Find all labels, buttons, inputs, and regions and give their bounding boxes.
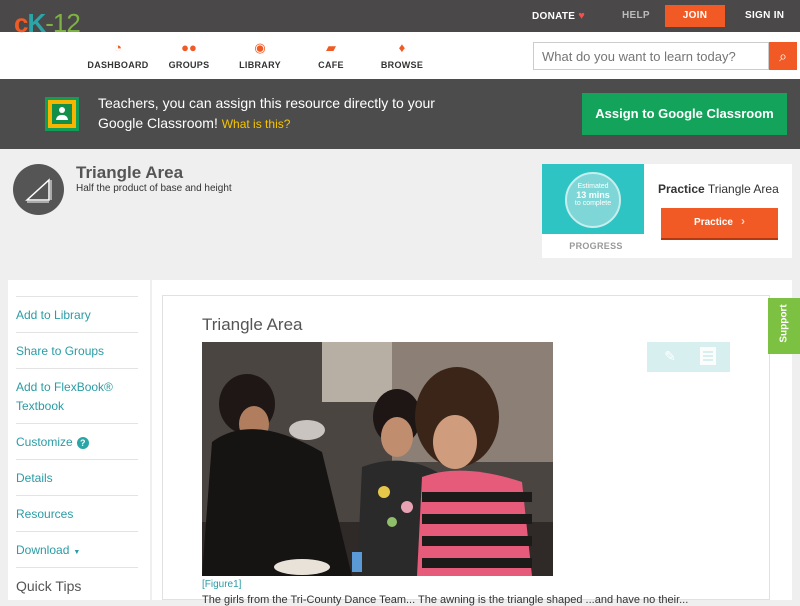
dashboard-icon: ◔: [114, 40, 122, 55]
nav-browse[interactable]: ♦ BROWSE: [362, 40, 442, 70]
figure-caption[interactable]: [Figure1]: [202, 579, 241, 590]
google-classroom-icon: [45, 97, 79, 131]
caret-down-icon: ▼: [73, 549, 81, 556]
triangle-concept-icon: [13, 164, 64, 215]
progress-label: PROGRESS: [569, 241, 623, 251]
donate-link[interactable]: DONATE ♥: [532, 0, 585, 32]
article-title: Triangle Area: [202, 315, 303, 334]
nav-cafe-label: CAFE: [318, 60, 344, 70]
banner-text: Teachers, you can assign this resource d…: [98, 93, 458, 134]
nav-browse-label: BROWSE: [380, 60, 424, 70]
practice-button[interactable]: Practice ›: [661, 208, 778, 238]
nav-groups-label: GROUPS: [168, 60, 210, 70]
heart-icon: ♥: [578, 10, 586, 22]
article-photo: [202, 342, 553, 576]
groups-icon: ●●: [181, 40, 197, 55]
practice-button-label: Practice: [694, 217, 733, 228]
search-input[interactable]: [533, 42, 769, 70]
sign-in-link[interactable]: SIGN IN: [745, 0, 784, 32]
nav-cafe[interactable]: ▰ CAFE: [291, 40, 371, 70]
help-link[interactable]: HELP: [622, 0, 650, 32]
quick-tips-heading[interactable]: Quick Tips: [16, 567, 138, 596]
join-button[interactable]: JOIN: [665, 5, 725, 27]
what-is-this-link[interactable]: What is this?: [222, 117, 291, 131]
help-icon[interactable]: ?: [76, 437, 89, 449]
nav-groups[interactable]: ●● GROUPS: [149, 40, 229, 70]
add-to-library-link[interactable]: Add to Library: [16, 296, 138, 325]
nav-dashboard-label: DASHBOARD: [87, 60, 149, 70]
estimated-mins: 13 mins: [576, 190, 610, 200]
ck12-logo[interactable]: cK-12: [14, 8, 81, 39]
concept-subtitle: Half the product of base and height: [76, 183, 232, 194]
donate-label: DONATE: [532, 11, 576, 22]
support-label: Support: [778, 304, 790, 343]
article-body-text: The girls from the Tri-County Dance Team…: [202, 594, 689, 606]
support-tab[interactable]: Support: [768, 298, 800, 354]
library-icon: ◉: [254, 40, 266, 55]
share-to-groups-link[interactable]: Share to Groups: [16, 332, 138, 361]
practice-title-bold: Practice: [658, 182, 705, 196]
customize-link[interactable]: Customize?: [16, 423, 138, 452]
customize-label: Customize: [16, 435, 73, 449]
estimated-label: Estimated: [577, 183, 609, 190]
download-label: Download: [16, 543, 70, 557]
pencil-icon[interactable]: ✎: [660, 346, 680, 366]
notes-icon[interactable]: [700, 347, 716, 365]
search-icon: ⌕: [779, 48, 787, 64]
download-link[interactable]: Download ▼: [16, 531, 138, 562]
practice-title-rest: Triangle Area: [707, 182, 779, 196]
nav-dashboard[interactable]: ◔ DASHBOARD: [78, 40, 158, 70]
browse-icon: ♦: [398, 40, 406, 55]
nav-library[interactable]: ◉ LIBRARY: [220, 40, 300, 70]
cafe-icon: ▰: [326, 40, 336, 55]
to-complete-label: to complete: [574, 200, 612, 207]
add-to-flexbook-link[interactable]: Add to FlexBook® Textbook: [16, 368, 138, 416]
concept-title: Triangle Area: [76, 163, 184, 182]
resources-link[interactable]: Resources: [16, 495, 138, 524]
assign-google-classroom-button[interactable]: Assign to Google Classroom: [582, 93, 787, 135]
progress-circle: Estimated 13 mins to complete: [565, 172, 621, 228]
nav-library-label: LIBRARY: [239, 60, 281, 70]
practice-title: Practice Triangle Area: [658, 182, 779, 196]
search-button[interactable]: ⌕: [769, 42, 797, 70]
chevron-right-icon: ›: [740, 214, 745, 228]
details-link[interactable]: Details: [16, 459, 138, 488]
